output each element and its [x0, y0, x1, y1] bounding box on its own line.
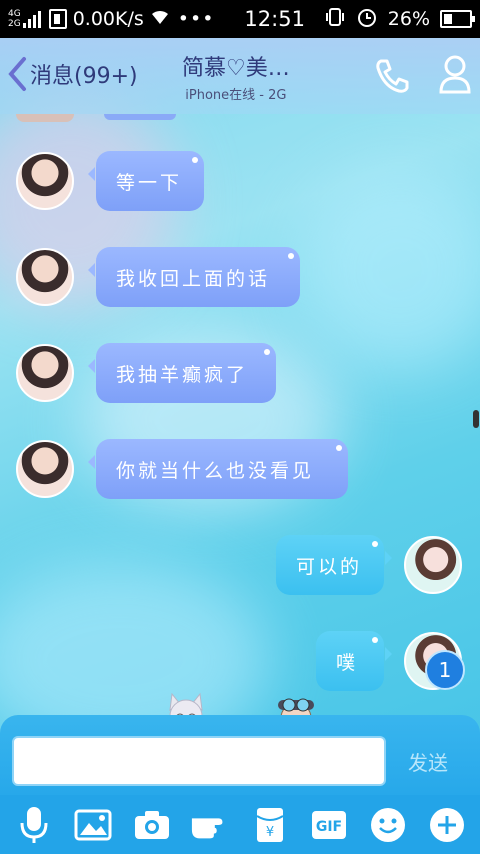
message-text: 噗: [336, 651, 359, 674]
avatar[interactable]: [16, 440, 74, 498]
message-bubble[interactable]: 我抽羊癫疯了: [88, 343, 276, 403]
notification-icon: [48, 9, 67, 29]
red-packet-icon[interactable]: ¥: [249, 804, 291, 846]
message-row: 我收回上面的话: [16, 247, 300, 307]
message-text: 我抽羊癫疯了: [116, 363, 249, 386]
message-bubble[interactable]: 噗: [316, 631, 392, 691]
message-bubble[interactable]: 等一下: [88, 151, 204, 211]
scrollbar[interactable]: [473, 410, 479, 428]
chat-header: 消息(99+) 简慕♡美… iPhone在线 - 2G: [0, 38, 480, 114]
microphone-icon[interactable]: [13, 804, 55, 846]
gif-icon[interactable]: GIF: [308, 804, 350, 846]
battery-percent: 26%: [387, 8, 430, 30]
clock: 12:51: [244, 7, 305, 31]
message-text: 你就当什么也没看见: [116, 459, 315, 482]
chat-messages[interactable]: 等一下 我收回上面的话 我抽羊癫疯了 你就当什么也没看见 可以的 噗: [0, 114, 480, 714]
profile-icon[interactable]: [438, 54, 472, 100]
message-text: 等一下: [116, 171, 183, 194]
online-status: iPhone在线 - 2G: [185, 88, 287, 103]
plus-icon[interactable]: [426, 804, 468, 846]
back-label: 消息(99+): [30, 64, 138, 89]
signal-icon: [22, 10, 41, 28]
image-icon[interactable]: [72, 804, 114, 846]
back-button[interactable]: 消息(99+): [6, 56, 138, 92]
message-bubble[interactable]: 可以的: [276, 535, 392, 595]
avatar[interactable]: [16, 152, 74, 210]
message-row: 我抽羊癫疯了: [16, 343, 276, 403]
svg-text:GIF: GIF: [315, 819, 341, 835]
avatar[interactable]: [16, 344, 74, 402]
message-text: 可以的: [296, 555, 363, 578]
contact-name: 简慕♡美…: [182, 56, 290, 81]
message-text: 我收回上面的话: [116, 267, 271, 290]
avatar[interactable]: [16, 248, 74, 306]
network-speed: 0.00K/s: [72, 8, 144, 30]
message-row: 可以的: [276, 535, 462, 595]
network-type: 4G 2G: [8, 9, 21, 29]
message-row: 等一下: [16, 151, 204, 211]
more-notifications-icon: •••: [177, 8, 215, 30]
avatar[interactable]: [404, 536, 462, 594]
message-input[interactable]: [12, 736, 386, 786]
wifi-icon: [150, 9, 170, 30]
avatar[interactable]: [16, 114, 74, 122]
emoji-icon[interactable]: [367, 804, 409, 846]
svg-text:¥: ¥: [265, 825, 273, 840]
battery-icon: [440, 10, 475, 28]
vibrate-icon: [324, 7, 346, 32]
phone-icon[interactable]: [372, 56, 412, 100]
message-bubble[interactable]: 你就当什么也没看见: [88, 439, 348, 499]
poke-icon[interactable]: [190, 804, 232, 846]
input-bar: 发送: [0, 715, 480, 795]
message-bubble[interactable]: 我收回上面的话: [88, 247, 300, 307]
message-bubble[interactable]: [104, 114, 176, 120]
contact-info[interactable]: 简慕♡美… iPhone在线 - 2G: [182, 50, 290, 103]
unread-badge[interactable]: 1: [425, 650, 465, 690]
chevron-left-icon: [8, 57, 26, 91]
send-button[interactable]: 发送: [408, 747, 448, 776]
message-row: 你就当什么也没看见: [16, 439, 348, 499]
toolbar: ¥ GIF: [0, 795, 480, 854]
status-bar: 4G 2G 0.00K/s ••• 12:51 26%: [0, 0, 480, 38]
camera-icon[interactable]: [131, 804, 173, 846]
alarm-icon: [356, 6, 378, 33]
